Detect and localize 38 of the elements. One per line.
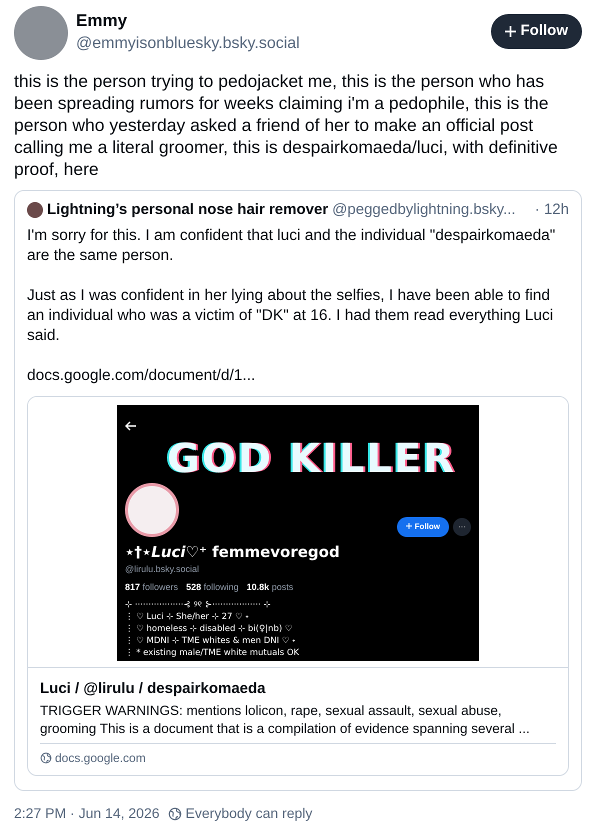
profile-stat: 10.8k posts (246, 580, 294, 594)
quoted-author-handle: @peggedbylightning.bsky... (332, 200, 517, 220)
profile-display-name: ⋆†⋆Luci♡⁺ femmevoregod (125, 542, 341, 562)
quoted-post[interactable] (14, 190, 582, 791)
more-button: ··· (453, 518, 471, 536)
quoted-paragraph: I'm sorry for this. I am confident that luci and the individual "despairkomaeda" are the same person. (27, 226, 556, 266)
banner-title: GOD KILLER (167, 434, 456, 484)
author-name[interactable]: Emmy (76, 10, 482, 32)
link-title: Luci / @lirulu / despairkomaeda (39, 678, 267, 698)
bio-line: ⋮ ♡ MDNI ⊹ TME whites & men DNI ♡ ˖ (125, 635, 296, 647)
profile-stat: 817 followers (125, 580, 178, 594)
profile-handle: @lirulu.bsky.social (125, 563, 200, 576)
post-time: · 12h (534, 200, 569, 220)
user-avatar[interactable] (14, 6, 68, 60)
quoted-author-name: Lightning’s personal nose hair remover (47, 200, 328, 220)
plus-icon (406, 523, 412, 530)
quoted-paragraph: docs.google.com/document/d/1... (27, 366, 256, 386)
bio-line: ⋮ ♡ Luci ⊹ She/her ⊹ 27 ♡ ˖ (125, 611, 250, 623)
back-arrow-icon (125, 420, 137, 430)
post-text: this is the person trying to pedojacket me, this is the person who has been spreading rumors for weeks claiming i'm a pedophile, this is the person who yesterday asked a friend of her to make an official post calling me a literal groomer, this is despairkomaeda/luci, with definitive proof, here (14, 70, 559, 180)
quoted-paragraph: Just as I was confident in her lying about the selfies, I have been able to find an individual who was a victim of "DK" at 16. I had them read everything Luci said. (27, 286, 554, 346)
link-domain: docs.google.com (55, 750, 146, 767)
follow-button[interactable]: Follow (490, 14, 582, 48)
globe-icon (40, 752, 52, 764)
bio-line: ⊹ ··················⊰ ୨୧ ⊱·················· ⊹ (125, 599, 272, 611)
profile-avatar (125, 482, 179, 536)
link-description: TRIGGER WARNINGS: mentions lolicon, rape, sexual assault, sexual abuse, grooming This is a document that is a compilation of evidence spanning several ... (39, 702, 531, 738)
plus-icon (504, 26, 516, 37)
quoted-avatar (27, 202, 43, 218)
bio-line: ⋮ ♡ homeless ⊹ disabled ⊹ bi(♀|nb) ♡ (125, 623, 294, 635)
author-handle[interactable]: @emmyisonbluesky.bsky.social (76, 32, 482, 56)
bio-line: ⋮ * existing male/TME white mutuals OK (125, 647, 300, 659)
profile-stat: 528 following (186, 580, 239, 594)
post-timestamp: 2:27 PM · Jun 14, 2026 (14, 804, 160, 823)
globe-icon (168, 806, 182, 820)
reply-setting: Everybody can reply (186, 804, 312, 823)
link-card[interactable] (27, 396, 569, 776)
follow-button: Follow (396, 516, 449, 536)
